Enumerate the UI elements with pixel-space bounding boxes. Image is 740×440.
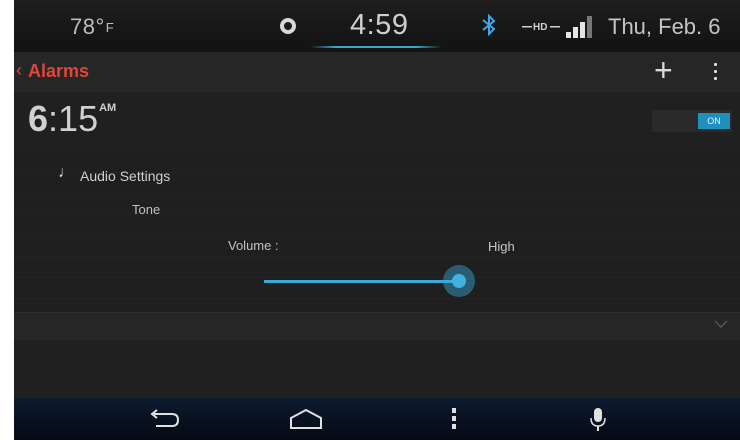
- action-bar: ‹ Alarms +: [14, 52, 740, 92]
- screen: 78°F 4:59 HD Thu, Feb. 6 ‹ Alarms + 6:15…: [14, 0, 740, 440]
- signal-icon: [566, 16, 592, 38]
- expand-row[interactable]: [14, 312, 740, 340]
- status-bar: 78°F 4:59 HD Thu, Feb. 6: [14, 0, 740, 52]
- chevron-down-icon[interactable]: [714, 319, 728, 329]
- audio-settings-panel: ♩ Audio Settings Tone Volume : High: [14, 152, 740, 312]
- alarm-hour: 6: [28, 98, 49, 139]
- temperature-unit: F: [105, 20, 115, 35]
- temperature: 78°F: [70, 14, 114, 40]
- overflow-menu-icon[interactable]: [714, 63, 718, 81]
- volume-slider[interactable]: [264, 262, 564, 302]
- volume-label: Volume :: [228, 238, 279, 253]
- hd-radio-label: HD: [533, 22, 547, 33]
- alarm-ampm: AM: [99, 102, 117, 114]
- microphone-icon[interactable]: [578, 406, 618, 432]
- disc-icon: [280, 18, 296, 34]
- slider-fill: [264, 280, 459, 283]
- tone-label[interactable]: Tone: [132, 202, 160, 217]
- music-note-icon: ♩: [58, 164, 74, 181]
- audio-settings-label[interactable]: Audio Settings: [80, 168, 170, 184]
- bluetooth-icon: [482, 14, 496, 36]
- alarm-time[interactable]: 6:15AM: [28, 98, 116, 140]
- status-clock: 4:59: [350, 9, 409, 41]
- alarm-minutes: 15: [58, 98, 99, 139]
- toggle-on-label: ON: [698, 113, 730, 129]
- back-icon[interactable]: [144, 406, 184, 432]
- back-chevron-icon[interactable]: ‹: [16, 60, 22, 81]
- alarm-row[interactable]: 6:15AM ON: [14, 92, 740, 152]
- add-alarm-icon[interactable]: +: [654, 54, 673, 86]
- menu-icon[interactable]: [434, 406, 474, 432]
- home-icon[interactable]: [286, 406, 326, 432]
- alarm-toggle[interactable]: ON: [652, 110, 732, 132]
- empty-area: [14, 340, 740, 398]
- hd-radio-icon: HD: [522, 22, 560, 33]
- navigation-bar: [14, 398, 740, 440]
- alarm-separator: :: [48, 98, 59, 139]
- clock-underline: [310, 46, 442, 48]
- page-title[interactable]: Alarms: [28, 61, 89, 82]
- status-date: Thu, Feb. 6: [608, 14, 721, 39]
- slider-thumb[interactable]: [443, 265, 475, 297]
- volume-value: High: [488, 239, 515, 254]
- temperature-value: 78°: [70, 14, 105, 39]
